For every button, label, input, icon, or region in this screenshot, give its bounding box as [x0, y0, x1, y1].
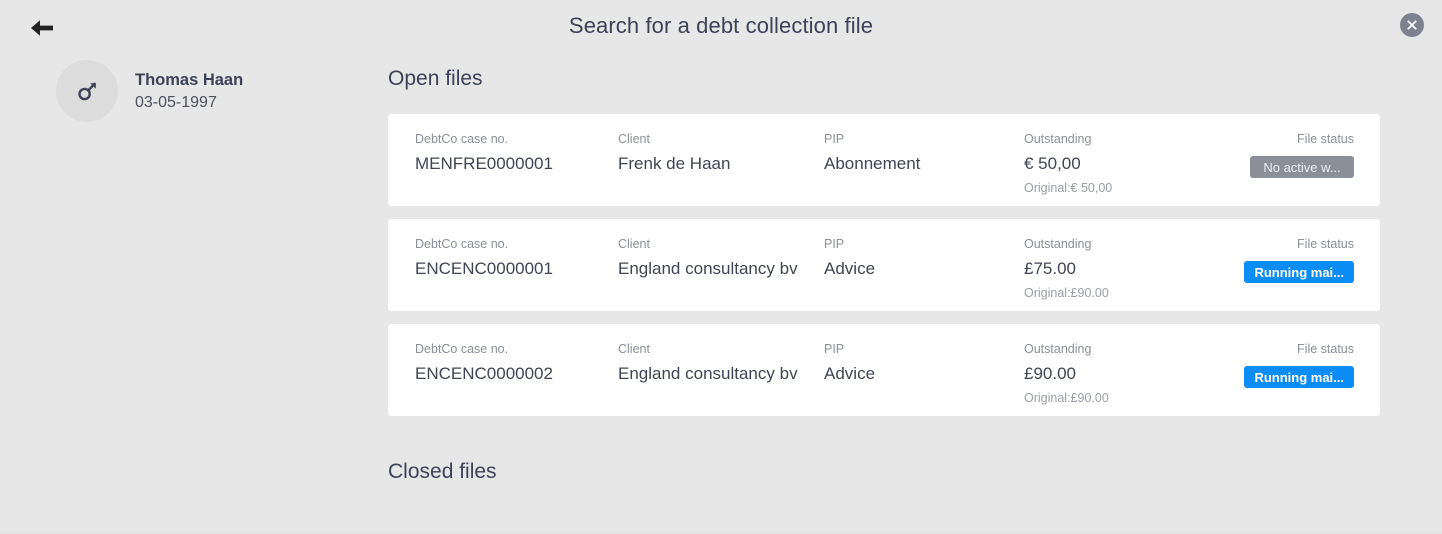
open-files-heading: Open files	[388, 67, 483, 90]
cell-outstanding: € 50,00	[1024, 154, 1081, 174]
cell-original-amount: Original:£90.00	[1024, 286, 1109, 301]
patient-date-of-birth: 03-05-1997	[135, 93, 217, 111]
cell-client: England consultancy bv	[618, 259, 798, 279]
closed-files-heading: Closed files	[388, 460, 497, 484]
status-badge[interactable]: Running mai...	[1244, 366, 1354, 389]
table-row[interactable]: DebtCo case no. ENCENC0000002 Client Eng…	[388, 324, 1380, 417]
table-row[interactable]: DebtCo case no. ENCENC0000001 Client Eng…	[388, 219, 1380, 312]
cell-case-no: MENFRE0000001	[415, 154, 553, 174]
cell-client: England consultancy bv	[618, 364, 798, 384]
male-gender-icon	[75, 79, 99, 103]
patient-name: Thomas Haan	[135, 70, 244, 89]
title-bar: Search for a debt collection file	[0, 0, 1442, 56]
column-header-pip: PIP	[824, 237, 845, 252]
cell-pip: Advice	[824, 364, 876, 384]
column-header-pip: PIP	[824, 132, 845, 147]
column-header-case-no: DebtCo case no.	[415, 237, 509, 252]
cell-client: Frenk de Haan	[618, 154, 731, 174]
cell-case-no: ENCENC0000001	[415, 259, 553, 279]
close-button[interactable]	[1400, 13, 1424, 37]
cell-case-no: ENCENC0000002	[415, 364, 553, 384]
column-header-client: Client	[618, 237, 650, 252]
column-header-client: Client	[618, 342, 650, 357]
column-header-file-status: File status	[1297, 342, 1354, 357]
column-header-pip: PIP	[824, 342, 845, 357]
column-header-outstanding: Outstanding	[1024, 237, 1092, 252]
cell-pip: Abonnement	[824, 154, 921, 174]
file-results-panel: Open files DebtCo case no. MENFRE0000001…	[388, 56, 1380, 484]
table-row[interactable]: DebtCo case no. MENFRE0000001 Client Fre…	[388, 114, 1380, 207]
column-header-case-no: DebtCo case no.	[415, 342, 509, 357]
column-header-file-status: File status	[1297, 132, 1354, 147]
column-header-outstanding: Outstanding	[1024, 342, 1092, 357]
column-header-file-status: File status	[1297, 237, 1354, 252]
status-badge[interactable]: No active w...	[1250, 156, 1354, 179]
cell-outstanding: £90.00	[1024, 364, 1076, 384]
cell-original-amount: Original:€ 50,00	[1024, 181, 1113, 196]
cell-pip: Advice	[824, 259, 876, 279]
avatar	[56, 60, 118, 122]
open-files-list: DebtCo case no. MENFRE0000001 Client Fre…	[388, 114, 1380, 417]
column-header-client: Client	[618, 132, 650, 147]
column-header-outstanding: Outstanding	[1024, 132, 1092, 147]
column-header-case-no: DebtCo case no.	[415, 132, 509, 147]
cell-outstanding: £75.00	[1024, 259, 1076, 279]
close-icon	[1405, 18, 1419, 32]
status-badge[interactable]: Running mai...	[1244, 261, 1354, 284]
patient-summary: Thomas Haan 03-05-1997	[56, 60, 243, 122]
cell-original-amount: Original:£90.00	[1024, 391, 1109, 406]
page-title: Search for a debt collection file	[568, 13, 874, 38]
